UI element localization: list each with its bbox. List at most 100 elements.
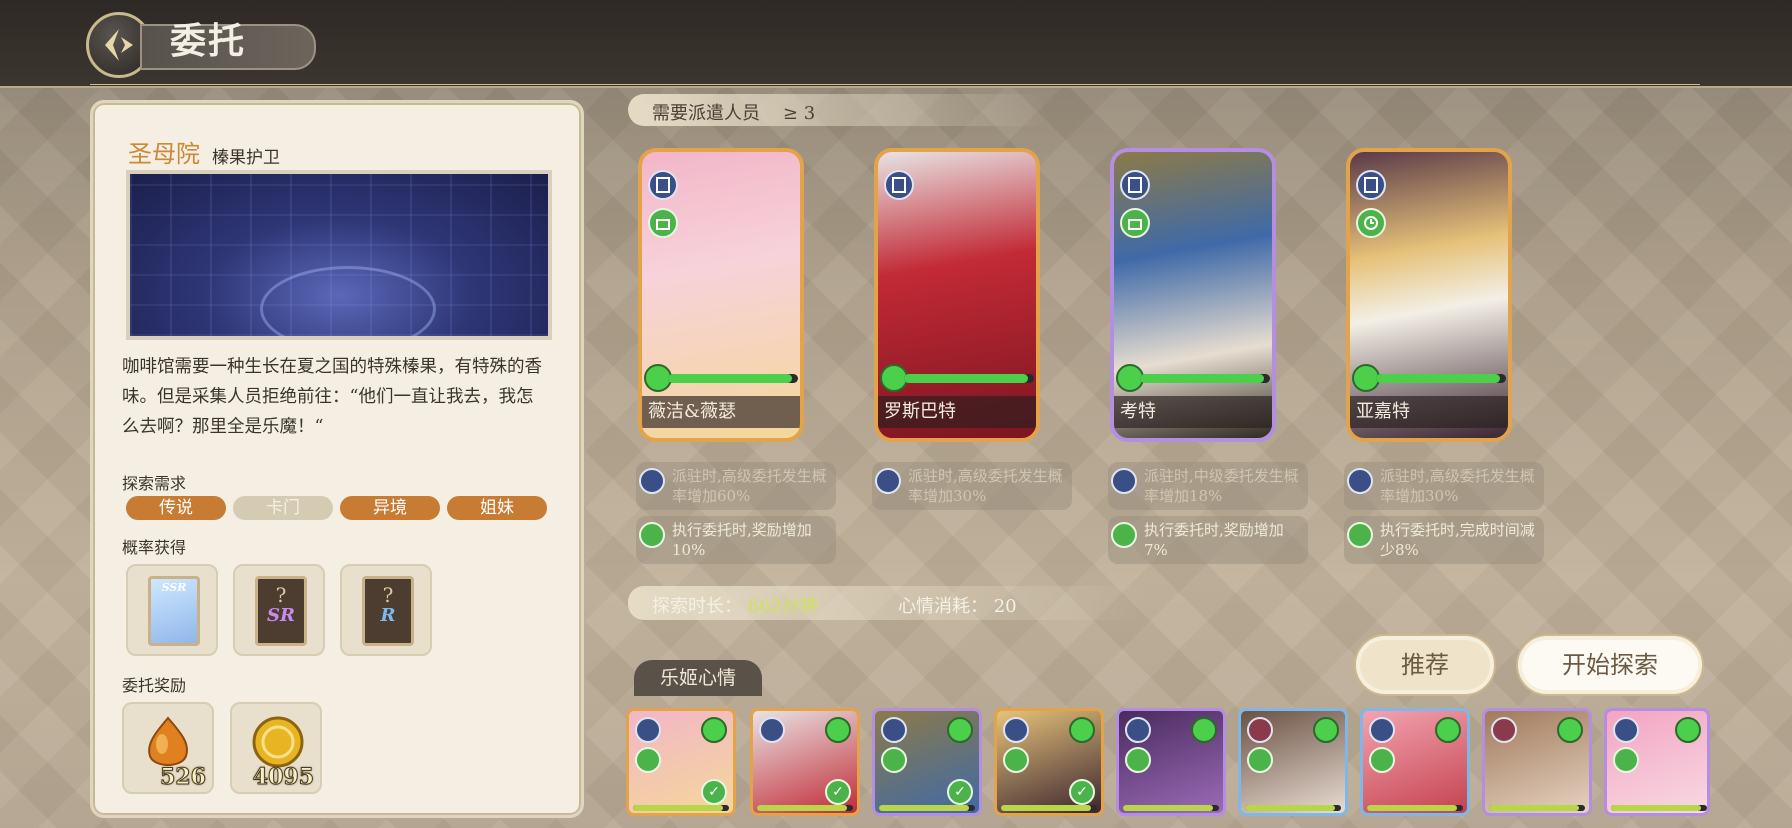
drop-item-r[interactable]: ? R xyxy=(340,564,432,656)
roster-card-3[interactable]: ✓ xyxy=(872,708,982,816)
explore-duration: 探索时长： 662分钟 xyxy=(652,592,818,618)
clock-icon xyxy=(1347,522,1373,548)
start-explore-button[interactable]: 开始探索 xyxy=(1518,636,1702,694)
character-name: 罗斯巴特 xyxy=(878,396,1036,428)
mask-icon xyxy=(1613,717,1639,743)
page-title: 委托 xyxy=(170,20,247,62)
reward-chest-icon xyxy=(881,747,907,773)
document-icon xyxy=(648,170,678,200)
smile-icon xyxy=(1613,747,1639,773)
reward-amber[interactable]: 526 xyxy=(122,702,214,794)
mood-bar xyxy=(1367,805,1463,811)
bonus-reward-1: 执行委托时,奖励增加10% xyxy=(636,516,836,564)
clock-icon xyxy=(1247,747,1273,773)
mood-bar xyxy=(1611,805,1707,811)
required-value: ≥ 3 xyxy=(782,103,816,124)
character-slot-2[interactable]: 罗斯巴特 xyxy=(874,148,1040,442)
mood-bar-fill xyxy=(668,374,792,383)
character-name: 考特 xyxy=(1114,396,1272,428)
character-slot-3[interactable]: 考特 xyxy=(1110,148,1276,442)
mystery-card-icon: ? SR xyxy=(255,576,307,646)
back-arrow-icon xyxy=(105,29,133,61)
mood-bar xyxy=(1489,805,1585,811)
reward-gold[interactable]: 4095 xyxy=(230,702,322,794)
mood-bar xyxy=(1245,805,1341,811)
bonus-reward-3: 执行委托时,奖励增加7% xyxy=(1108,516,1308,564)
document-icon xyxy=(881,717,907,743)
happy-mood-icon xyxy=(701,717,727,743)
roster-card-6[interactable] xyxy=(1238,708,1348,816)
happy-mood-icon xyxy=(1069,717,1095,743)
character-slot-1[interactable]: 薇洁&薇瑟 xyxy=(638,148,804,442)
mood-bar-fill xyxy=(1140,374,1264,383)
gold-coin-icon xyxy=(252,716,304,768)
drops-label: 概率获得 xyxy=(122,538,187,557)
character-slot-4[interactable]: 亚嘉特 xyxy=(1346,148,1512,442)
roster-card-7[interactable] xyxy=(1360,708,1470,816)
bonus-text: 派驻时,中级委托发生概率增加18% xyxy=(1144,467,1299,505)
commission-scene-image xyxy=(126,170,552,340)
selected-check-icon: ✓ xyxy=(1069,779,1095,805)
document-icon xyxy=(1111,468,1137,494)
roster-card-1[interactable]: ✓ xyxy=(626,708,736,816)
commission-location: 圣母院 xyxy=(128,140,200,168)
document-icon xyxy=(1356,170,1386,200)
roster-card-4[interactable]: ✓ xyxy=(994,708,1104,816)
mood-bar xyxy=(1001,805,1097,811)
character-name: 薇洁&薇瑟 xyxy=(642,396,800,428)
rewards-label: 委托奖励 xyxy=(122,676,187,695)
smile-icon xyxy=(1369,747,1395,773)
happy-mood-icon xyxy=(1191,717,1217,743)
roster-card-8[interactable] xyxy=(1482,708,1592,816)
document-icon xyxy=(639,468,665,494)
drop-rank: SSR xyxy=(161,581,187,594)
fist-icon xyxy=(1247,717,1273,743)
drop-rank: R xyxy=(380,605,396,626)
drop-item-ssr[interactable]: SSR xyxy=(126,564,218,656)
mask-icon xyxy=(1491,717,1517,743)
document-icon xyxy=(1120,170,1150,200)
bonus-text: 执行委托时,奖励增加10% xyxy=(672,521,812,559)
roster-card-2[interactable]: ✓ xyxy=(750,708,860,816)
mood-bar xyxy=(757,805,853,811)
commission-subtitle: 榛果护卫 xyxy=(212,148,280,168)
drop-item-sr[interactable]: ? SR xyxy=(233,564,325,656)
roster-card-5[interactable] xyxy=(1116,708,1226,816)
selected-check-icon: ✓ xyxy=(701,779,727,805)
mood-bar xyxy=(879,805,975,811)
reward-chest-icon xyxy=(1120,208,1150,238)
title-divider xyxy=(90,84,1700,85)
document-icon xyxy=(875,468,901,494)
bonus-probability-3: 派驻时,中级委托发生概率增加18% xyxy=(1108,462,1308,510)
reward-chest-icon xyxy=(1111,522,1137,548)
reward-amount: 526 xyxy=(160,764,207,791)
duration-value: 662分钟 xyxy=(747,596,819,617)
question-mark-icon: ? xyxy=(275,583,287,607)
bonus-probability-4: 派驻时,高级委托发生概率增加30% xyxy=(1344,462,1544,510)
bonus-probability-1: 派驻时,高级委托发生概率增加60% xyxy=(636,462,836,510)
bonus-text: 派驻时,高级委托发生概率增加30% xyxy=(908,467,1063,505)
fist-icon xyxy=(1369,717,1395,743)
document-icon xyxy=(635,717,661,743)
bonus-text: 执行委托时,完成时间减少8% xyxy=(1380,521,1535,559)
document-icon xyxy=(759,717,785,743)
bonus-text: 派驻时,高级委托发生概率增加30% xyxy=(1380,467,1535,505)
happy-mood-icon xyxy=(1313,717,1339,743)
commission-description: 咖啡馆需要一种生长在夏之国的特殊榛果，有特殊的香味。但是采集人员拒绝前往：“他们… xyxy=(122,357,542,437)
character-card-icon: SSR xyxy=(148,576,200,646)
mood-cost-value: 20 xyxy=(993,596,1017,617)
document-icon xyxy=(1125,717,1151,743)
reward-chest-icon xyxy=(648,208,678,238)
mood-cost: 心情消耗： 20 xyxy=(898,592,1017,618)
roster-card-9[interactable] xyxy=(1604,708,1710,816)
selected-check-icon: ✓ xyxy=(947,779,973,805)
bonus-time-4: 执行委托时,完成时间减少8% xyxy=(1344,516,1544,564)
tag-otherworld: 异境 xyxy=(340,496,440,520)
reward-chest-icon xyxy=(639,522,665,548)
recommend-button[interactable]: 推荐 xyxy=(1356,636,1494,694)
required-label: 需要派遣人员 xyxy=(652,103,760,124)
character-name: 亚嘉特 xyxy=(1350,396,1508,428)
happy-mood-icon xyxy=(947,717,973,743)
mood-tab[interactable]: 乐姬心情 xyxy=(634,660,762,696)
question-mark-icon: ? xyxy=(382,583,394,607)
